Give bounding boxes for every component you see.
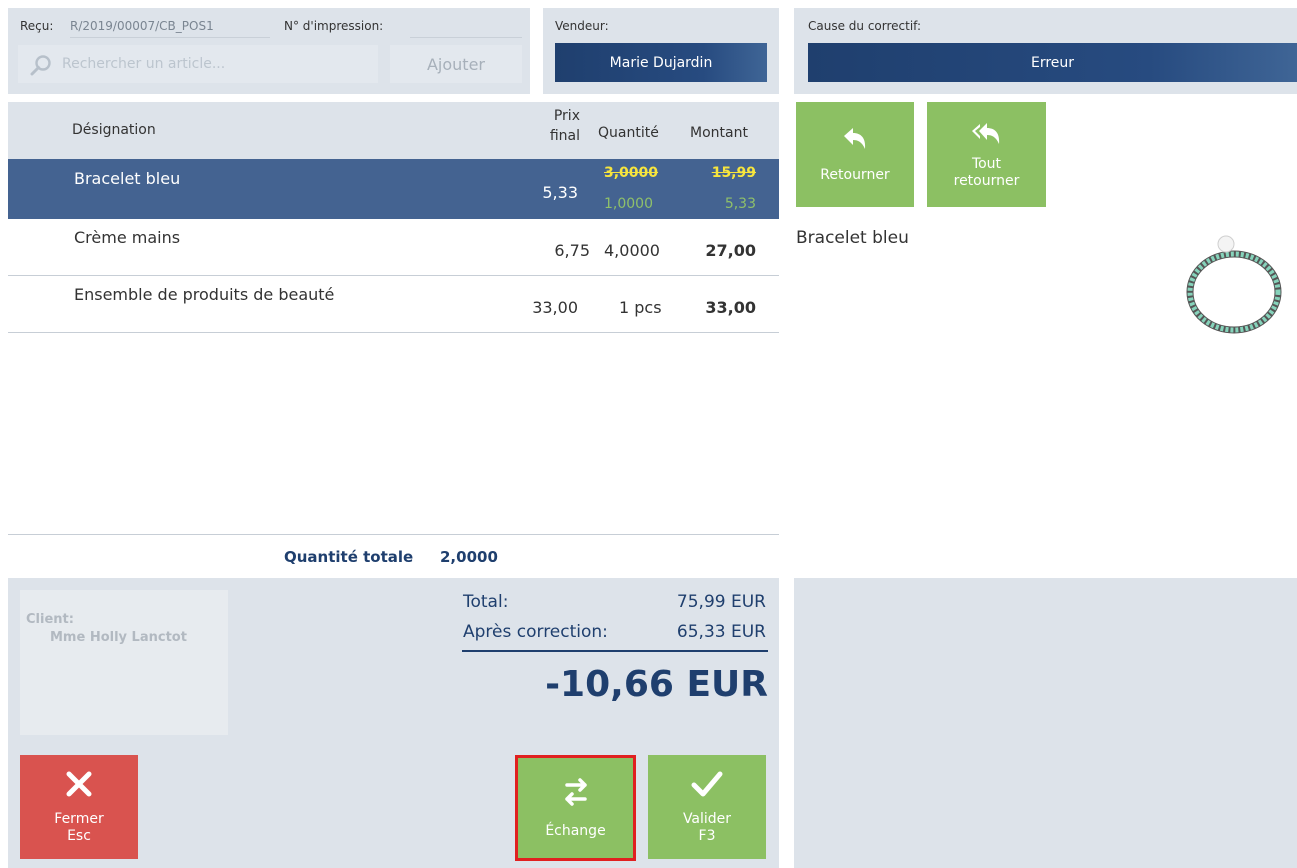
correction-cause-panel: Cause du correctif: Erreur <box>794 8 1297 94</box>
column-header-quantity: Quantité <box>598 122 668 141</box>
close-icon <box>66 771 92 797</box>
return-all-button[interactable]: Tout retourner <box>927 102 1046 207</box>
exchange-button[interactable]: Échange <box>515 755 636 861</box>
column-header-price-line2: final <box>549 128 580 144</box>
column-header-amount: Montant <box>690 122 758 141</box>
row-item-quantity: 1 pcs <box>619 298 662 317</box>
difference-amount: -10,66 EUR <box>545 664 768 705</box>
receipt-field: R/2019/00007/CB_POS1 <box>70 16 270 38</box>
column-header-price-line1: Prix <box>553 108 580 124</box>
validate-button-line2: F3 <box>698 828 716 844</box>
close-button-line2: Esc <box>67 828 91 844</box>
row-item-amount-new: 5,33 <box>724 196 756 212</box>
column-header-quantity-text: Quantité <box>598 125 659 141</box>
return-all-icon <box>971 122 999 144</box>
row-item-name: Ensemble de produits de beauté <box>74 285 335 304</box>
seller-panel: Vendeur: Marie Dujardin <box>543 8 779 94</box>
seller-button[interactable]: Marie Dujardin <box>555 43 767 82</box>
return-all-line1: Tout <box>971 155 1002 172</box>
table-header: Désignation Prix final Quantité Montant <box>8 102 779 159</box>
return-icon <box>844 128 866 149</box>
correction-cause-button[interactable]: Erreur <box>808 43 1297 82</box>
items-table: Désignation Prix final Quantité Montant … <box>8 102 779 572</box>
table-row[interactable]: Crème mains 6,75 4,0000 27,00 <box>8 219 779 276</box>
receipt-label: Reçu: <box>20 19 54 33</box>
after-correction-label: Après correction: <box>463 622 608 642</box>
row-item-amount-old: 15,99 <box>711 165 756 181</box>
summary-panel: Client: Mme Holly Lanctot Total: 75,99 E… <box>8 578 779 868</box>
bottom-right-panel <box>794 578 1297 868</box>
table-row[interactable]: Ensemble de produits de beauté 33,00 1 p… <box>8 276 779 333</box>
validate-button[interactable]: Valider F3 <box>648 755 766 859</box>
close-button[interactable]: Fermer Esc <box>20 755 138 859</box>
print-number-field[interactable] <box>410 16 522 38</box>
total-quantity-value: 2,0000 <box>440 548 498 566</box>
total-quantity-label: Quantité totale <box>284 548 414 566</box>
total-label: Total: <box>463 592 509 612</box>
search-placeholder: Rechercher un article... <box>62 56 226 72</box>
row-item-quantity-new: 1,0000 <box>604 196 653 212</box>
row-item-amount: 27,00 <box>705 241 756 260</box>
return-button-label: Retourner <box>820 167 890 183</box>
search-icon <box>30 55 51 76</box>
column-header-amount-text: Montant <box>690 125 748 141</box>
row-item-amount: 33,00 <box>705 298 756 317</box>
row-item-price: 33,00 <box>532 298 578 317</box>
seller-name: Marie Dujardin <box>609 54 713 71</box>
column-header-designation: Désignation <box>72 122 156 138</box>
search-input[interactable]: Rechercher un article... <box>18 45 378 83</box>
bracelet-image <box>1186 235 1282 334</box>
client-card[interactable]: Client: Mme Holly Lanctot <box>20 590 228 735</box>
client-name: Mme Holly Lanctot <box>50 630 187 645</box>
row-item-price: 6,75 <box>554 241 590 260</box>
add-button-label: Ajouter <box>426 54 485 74</box>
add-button[interactable]: Ajouter <box>390 45 522 83</box>
correction-cause-value: Erreur <box>1030 54 1075 71</box>
receipt-value: R/2019/00007/CB_POS1 <box>70 19 214 33</box>
return-all-line2: retourner <box>953 172 1020 189</box>
exchange-icon <box>564 777 587 806</box>
row-item-name: Crème mains <box>74 228 181 247</box>
after-correction-value: 65,33 EUR <box>676 622 766 642</box>
print-number-label: N° d'impression: <box>284 19 384 33</box>
row-item-quantity: 4,0000 <box>604 241 660 260</box>
table-row[interactable]: Bracelet bleu 5,33 3,0000 1,0000 15,99 5… <box>8 159 779 219</box>
preview-product-name: Bracelet bleu <box>796 228 909 248</box>
receipt-panel: Reçu: R/2019/00007/CB_POS1 N° d'impressi… <box>8 8 530 94</box>
return-button[interactable]: Retourner <box>796 102 914 207</box>
total-value: 75,99 EUR <box>676 592 766 612</box>
validate-button-line1: Valider <box>682 811 732 827</box>
totals-divider <box>462 650 768 652</box>
seller-label: Vendeur: <box>555 19 609 33</box>
exchange-button-label: Échange <box>545 822 606 839</box>
row-item-price: 5,33 <box>542 183 578 202</box>
total-quantity-bar: Quantité totale 2,0000 <box>8 534 779 572</box>
row-item-quantity-old: 3,0000 <box>604 165 659 181</box>
checkmark-icon <box>691 771 723 797</box>
close-button-line1: Fermer <box>54 811 104 827</box>
client-label: Client: <box>26 612 74 627</box>
correction-cause-label: Cause du correctif: <box>808 19 922 33</box>
row-item-name: Bracelet bleu <box>74 169 181 188</box>
